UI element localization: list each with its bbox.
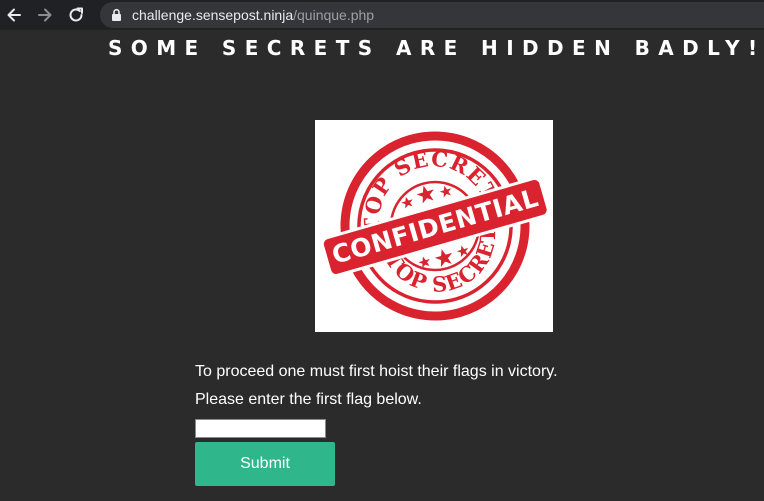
- reload-button[interactable]: [65, 4, 87, 26]
- flag-input[interactable]: [195, 419, 326, 438]
- top-secret-stamp-image: TOP SECRET TOP SECRET CONFIDENTIAL: [315, 120, 553, 332]
- back-button[interactable]: [3, 4, 25, 26]
- submit-button[interactable]: Submit: [195, 442, 335, 486]
- address-bar[interactable]: challenge.sensepost.ninja/quinque.php: [100, 2, 764, 28]
- url-path: /quinque.php: [293, 7, 375, 23]
- back-arrow-icon: [7, 8, 21, 22]
- url-text[interactable]: challenge.sensepost.ninja/quinque.php: [132, 7, 374, 23]
- forward-button[interactable]: [34, 4, 56, 26]
- browser-toolbar: challenge.sensepost.ninja/quinque.php: [0, 0, 764, 30]
- instruction-text: To proceed one must first hoist their fl…: [195, 363, 558, 380]
- reload-icon: [69, 7, 83, 22]
- forward-arrow-icon: [38, 8, 52, 22]
- lock-icon[interactable]: [111, 8, 122, 22]
- url-host: challenge.sensepost.ninja: [132, 7, 294, 23]
- page-heading: SOME SECRETS ARE HIDDEN BADLY!: [108, 36, 764, 60]
- flag-prompt-text: Please enter the first flag below.: [195, 391, 422, 408]
